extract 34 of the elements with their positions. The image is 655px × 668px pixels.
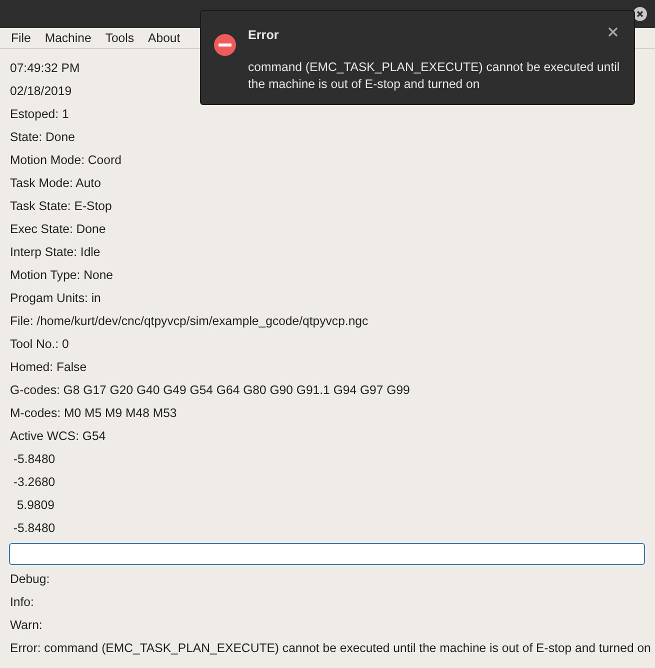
status-label: Motion Mode: Coord xyxy=(10,152,122,169)
menu-item[interactable]: About xyxy=(141,31,188,45)
status-label: G-codes: G8 G17 G20 G40 G49 G54 G64 G80 G90 G91.1 G94 G97 G99 xyxy=(10,382,410,399)
log-label: Error: command (EMC_TASK_PLAN_EXECUTE) cannot be executed until the machine is out of E-stop and turned on xyxy=(10,640,651,657)
status-label: Task Mode: Auto xyxy=(10,175,101,192)
status-label: -5.8480 xyxy=(12,520,56,537)
status-label: M-codes: M0 M5 M9 M48 M53 xyxy=(10,405,177,422)
notification-title: Error xyxy=(248,28,279,42)
status-label: Exec State: Done xyxy=(10,221,106,238)
status-label: Interp State: Idle xyxy=(10,244,100,261)
status-label: Progam Units: in xyxy=(10,290,101,307)
menu-item[interactable]: File xyxy=(4,31,38,45)
status-label: Active WCS: G54 xyxy=(10,428,106,445)
input-field[interactable] xyxy=(9,543,645,565)
status-label: Tool No.: 0 xyxy=(10,336,69,353)
status-label: -5.8480 xyxy=(12,451,56,468)
close-icon[interactable] xyxy=(608,27,618,37)
status-label: 07:49:32 PM xyxy=(10,60,80,77)
status-label: 02/18/2019 xyxy=(10,83,72,100)
status-label: -3.2680 xyxy=(12,474,56,491)
log-label: Warn: xyxy=(10,617,42,634)
status-label: Task State: E-Stop xyxy=(10,198,112,215)
status-label: Homed: False xyxy=(10,359,87,376)
status-label: Motion Type: None xyxy=(10,267,113,284)
status-label: File: /home/kurt/dev/cnc/qtpyvcp/sim/example_gcode/qtpyvcp.ngc xyxy=(10,313,368,330)
log-label: Info: xyxy=(10,594,34,611)
menu-item[interactable]: Machine xyxy=(38,31,98,45)
status-label: State: Done xyxy=(10,129,75,146)
menu-item[interactable]: Tools xyxy=(98,31,142,45)
log-label: Debug: xyxy=(10,571,50,588)
notification-message: command (EMC_TASK_PLAN_EXECUTE) cannot be executed until the machine is out of E-stop and turned on xyxy=(248,59,621,93)
status-label: Estoped: 1 xyxy=(10,106,69,123)
status-label: 5.9809 xyxy=(16,497,54,514)
error-icon xyxy=(214,34,236,56)
